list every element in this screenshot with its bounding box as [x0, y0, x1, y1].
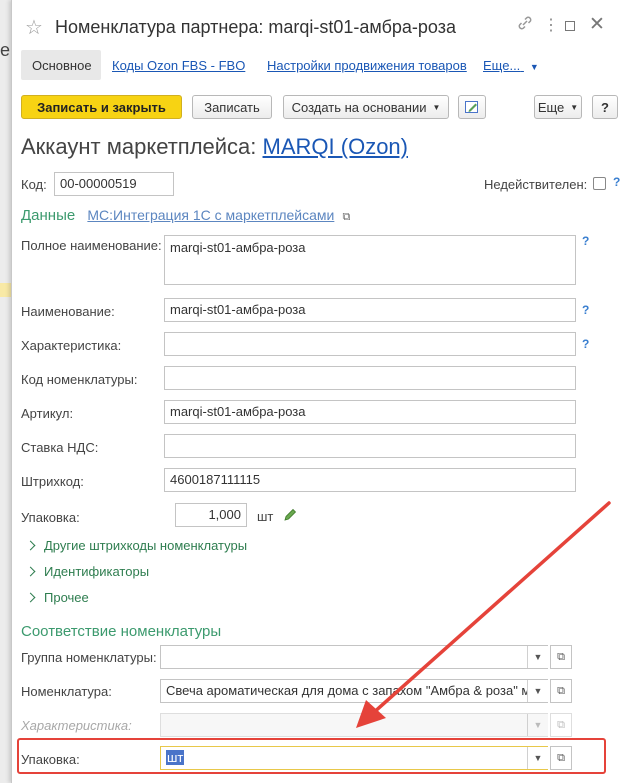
help-icon[interactable]: ? — [582, 337, 589, 351]
identifiers-label: Идентификаторы — [44, 564, 150, 579]
barcode-label: Штрихкод: — [21, 474, 84, 489]
more-icon[interactable]: ⋮ — [543, 15, 559, 35]
maximize-icon[interactable] — [565, 21, 575, 31]
form-window: ☆ Номенклатура партнера: marqi-st01-амбр… — [11, 0, 644, 783]
create-based-on-button[interactable]: Создать на основании ▼ — [283, 95, 449, 119]
tab-promo-settings[interactable]: Настройки продвижения товаров — [267, 58, 467, 73]
chevron-right-icon — [25, 592, 36, 603]
open-icon[interactable]: ⧉ — [550, 645, 572, 669]
open-icon[interactable]: ⧉ — [550, 746, 572, 770]
inactive-label: Недействителен: — [484, 177, 588, 192]
article-label: Артикул: — [21, 406, 74, 421]
characteristic-field[interactable] — [164, 332, 576, 356]
help-icon[interactable]: ? — [613, 175, 620, 189]
package-unit: шт — [257, 509, 274, 524]
other-barcodes-expander[interactable]: Другие штрихкоды номенклатуры — [25, 538, 248, 553]
create-based-on-label: Создать на основании — [291, 99, 427, 115]
data-section-title: Данные MC:Интеграция 1С с маркетплейсами… — [21, 207, 350, 224]
package-label: Упаковка: — [21, 510, 80, 525]
more-button-label: Еще — [537, 99, 565, 115]
nomenclature-field[interactable]: Свеча ароматическая для дома с запахом "… — [160, 679, 548, 703]
save-and-close-button[interactable]: Записать и закрыть — [21, 95, 182, 119]
more-button[interactable]: Еще ▼ — [534, 95, 582, 119]
open-icon: ⧉ — [550, 713, 572, 737]
mapping-package-field[interactable]: шт — [160, 746, 548, 770]
article-field[interactable]: marqi-st01-амбра-роза — [164, 400, 576, 424]
code-field[interactable]: 00-00000519 — [54, 172, 174, 196]
full-name-label: Полное наименование: — [21, 238, 162, 253]
vat-label: Ставка НДС: — [21, 440, 99, 455]
integration-link[interactable]: MC:Интеграция 1С с маркетплейсами — [87, 207, 334, 223]
item-code-label: Код номенклатуры: — [21, 372, 138, 387]
tab-more-label: Еще... — [483, 58, 521, 73]
close-icon[interactable]: ✕ — [589, 13, 605, 36]
mapping-section-title: Соответствие номенклатуры — [21, 623, 222, 640]
full-name-field[interactable]: marqi-st01-амбра-роза — [164, 235, 576, 285]
chevron-right-icon — [25, 540, 36, 551]
mapping-package-value: шт — [166, 750, 185, 765]
barcode-field[interactable]: 4600187111115 — [164, 468, 576, 492]
nomenclature-dropdown-button[interactable]: ▼ — [527, 680, 548, 702]
nomenclature-label: Номенклатура: — [21, 684, 112, 699]
characteristic-label: Характеристика: — [21, 338, 122, 353]
chevron-right-icon — [25, 566, 36, 577]
package-quantity-field[interactable]: 1,000 — [175, 503, 247, 527]
tab-main[interactable]: Основное — [32, 58, 92, 73]
chevron-down-icon: ▼ — [570, 102, 579, 112]
mapping-package-dropdown[interactable]: ▼ — [527, 747, 548, 769]
star-icon[interactable]: ☆ — [25, 15, 43, 40]
chevron-down-icon: ▼ — [529, 62, 539, 72]
open-icon[interactable]: ⧉ — [550, 679, 572, 703]
window-title: Номенклатура партнера: marqi-st01-амбра-… — [55, 17, 457, 37]
chevron-down-icon: ▼ — [432, 102, 441, 112]
group-field[interactable] — [160, 645, 548, 669]
identifiers-expander[interactable]: Идентификаторы — [25, 564, 150, 579]
group-dropdown-button[interactable]: ▼ — [527, 646, 548, 668]
name-label: Наименование: — [21, 304, 115, 319]
pencil-icon[interactable] — [282, 507, 298, 526]
tab-more[interactable]: Еще... ▼ — [483, 58, 539, 73]
vat-field[interactable] — [164, 434, 576, 458]
group-label: Группа номенклатуры: — [21, 650, 157, 665]
edit-icon-button[interactable] — [458, 95, 486, 119]
help-button[interactable]: ? — [592, 95, 618, 119]
name-field[interactable]: marqi-st01-амбра-роза — [164, 298, 576, 322]
other-expander[interactable]: Прочее — [25, 590, 89, 605]
data-section-label: Данные — [21, 207, 76, 224]
mapping-characteristic-dropdown: ▼ — [527, 714, 548, 736]
tab-ozon-codes[interactable]: Коды Ozon FBS - FBO — [112, 58, 245, 73]
edit-icon — [465, 101, 478, 113]
open-icon[interactable]: ⧉ — [343, 211, 351, 223]
inactive-checkbox[interactable] — [593, 177, 606, 190]
mapping-characteristic-field — [160, 713, 548, 737]
other-label: Прочее — [44, 590, 89, 605]
help-icon[interactable]: ? — [582, 234, 589, 248]
item-code-field[interactable] — [164, 366, 576, 390]
account-label: Аккаунт маркетплейса: — [21, 134, 257, 159]
mapping-characteristic-label: Характеристика: — [21, 718, 132, 733]
save-button[interactable]: Записать — [192, 95, 272, 119]
link-icon[interactable] — [516, 14, 534, 37]
account-link[interactable]: MARQI (Ozon) — [263, 134, 408, 159]
code-label: Код: — [21, 177, 47, 192]
account-header: Аккаунт маркетплейса: MARQI (Ozon) — [21, 134, 408, 160]
help-icon[interactable]: ? — [582, 303, 589, 317]
other-barcodes-label: Другие штрихкоды номенклатуры — [44, 538, 248, 553]
mapping-package-label: Упаковка: — [21, 752, 80, 767]
